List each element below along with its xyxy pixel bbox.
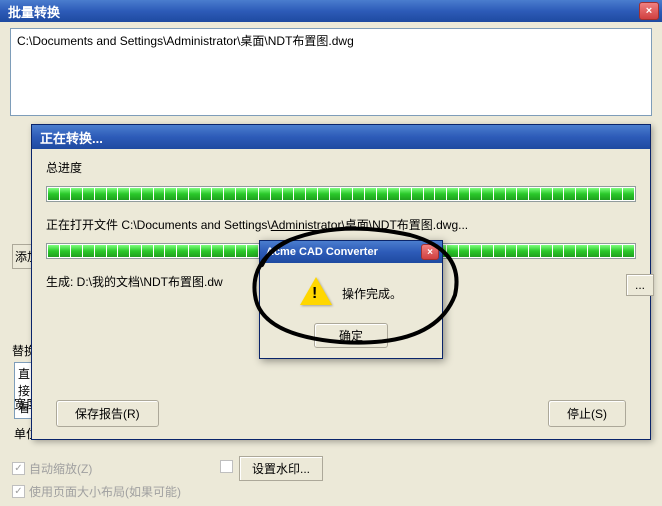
save-report-button[interactable]: 保存报告(R) bbox=[56, 400, 159, 427]
watermark-checkbox[interactable] bbox=[220, 460, 233, 473]
page-layout-checkbox[interactable]: ✓ bbox=[12, 485, 25, 498]
page-layout-label: 使用页面大小布局(如果可能) bbox=[29, 483, 181, 500]
acme-message: 操作完成。 bbox=[342, 285, 402, 302]
acme-content-row: 操作完成。 bbox=[300, 277, 402, 309]
convert-title: 正在转换... bbox=[40, 128, 103, 147]
acme-popup: Acme CAD Converter × 操作完成。 确定 bbox=[259, 240, 443, 359]
page-layout-row: ✓ 使用页面大小布局(如果可能) bbox=[12, 483, 181, 500]
auto-scale-checkbox[interactable]: ✓ bbox=[12, 462, 25, 475]
convert-titlebar: 正在转换... bbox=[32, 125, 650, 149]
auto-scale-label: 自动缩放(Z) bbox=[29, 460, 92, 477]
progress-fill bbox=[48, 188, 634, 200]
right-controls: ... bbox=[626, 274, 654, 296]
main-title: 批量转换 bbox=[8, 2, 60, 21]
total-progress-bar bbox=[46, 186, 636, 202]
acme-titlebar: Acme CAD Converter × bbox=[260, 241, 442, 263]
opening-suffix: \桌面\NDT布置图.dwg... bbox=[341, 218, 468, 232]
acme-title: Acme CAD Converter bbox=[266, 246, 378, 258]
auto-scale-row: ✓ 自动缩放(Z) bbox=[12, 460, 181, 477]
output-text: 生成: D:\我的文档\NDT布置图.dw bbox=[46, 273, 223, 290]
main-titlebar: 批量转换 × bbox=[0, 0, 662, 22]
warning-icon bbox=[300, 277, 332, 309]
opening-prefix: 正在打开文件 C:\Documents and Settings\ bbox=[46, 218, 271, 232]
opening-file-text: 正在打开文件 C:\Documents and Settings\Adminis… bbox=[46, 216, 636, 233]
dialog-button-row: 保存报告(R) 停止(S) bbox=[46, 400, 636, 427]
opening-underlined: Administrator bbox=[271, 218, 342, 232]
stop-button[interactable]: 停止(S) bbox=[548, 400, 626, 427]
acme-close-icon[interactable]: × bbox=[421, 244, 439, 260]
watermark-button[interactable]: 设置水印... bbox=[239, 456, 323, 481]
ok-button[interactable]: 确定 bbox=[314, 323, 388, 348]
bottom-checkbox-group: ✓ 自动缩放(Z) ✓ 使用页面大小布局(如果可能) bbox=[12, 460, 181, 506]
total-progress-label: 总进度 bbox=[46, 159, 636, 176]
file-list-box[interactable]: C:\Documents and Settings\Administrator\… bbox=[10, 28, 652, 116]
browse-button[interactable]: ... bbox=[626, 274, 654, 296]
close-icon[interactable]: × bbox=[639, 2, 659, 20]
watermark-checkbox-wrap bbox=[220, 460, 233, 476]
file-entry[interactable]: C:\Documents and Settings\Administrator\… bbox=[17, 33, 645, 49]
acme-body: 操作完成。 确定 bbox=[260, 263, 442, 358]
